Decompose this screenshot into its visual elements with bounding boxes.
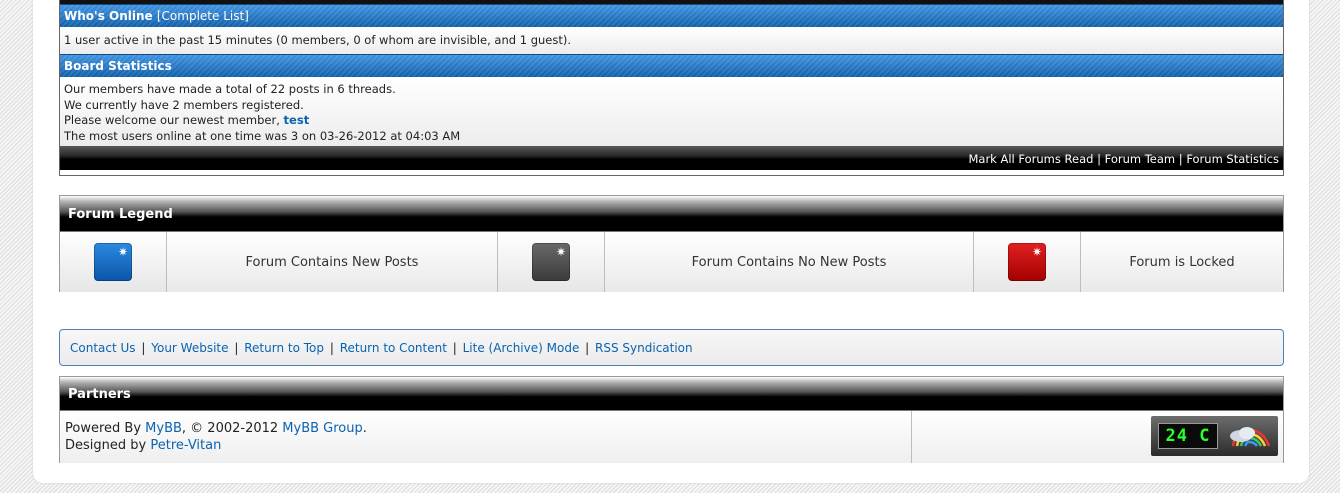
forum-legend-header: Forum Legend	[60, 196, 1283, 232]
board-stats-header: Board Statistics	[60, 54, 1283, 77]
powered-prefix: Powered By	[65, 421, 146, 436]
designed-by-line: Designed by Petre-Vitan	[65, 437, 906, 454]
legend-label-locked: Forum is Locked	[1081, 232, 1283, 292]
rss-syndication-link[interactable]: RSS Syndication	[595, 341, 693, 355]
stats-members-line: We currently have 2 members registered.	[64, 97, 304, 112]
separator: |	[585, 341, 590, 355]
legend-icon-cell: ✷	[60, 232, 167, 292]
separator: |	[329, 341, 334, 355]
temperature-display: 24 C	[1158, 423, 1218, 449]
whos-online-text: 1 user active in the past 15 minutes (0 …	[60, 27, 1283, 54]
partner-widget-cell: 24 C	[912, 411, 1283, 463]
your-website-link[interactable]: Your Website	[151, 341, 228, 355]
contact-us-link[interactable]: Contact Us	[70, 341, 136, 355]
partners-header: Partners	[60, 377, 1283, 411]
mark-all-read-link[interactable]: Mark All Forums Read	[968, 152, 1093, 166]
designer-link[interactable]: Petre-Vitan	[150, 438, 221, 453]
forum-locked-icon: ✷	[1008, 243, 1046, 281]
stats-table: Who's Online [Complete List] 1 user acti…	[59, 0, 1284, 176]
legend-label-no-new: Forum Contains No New Posts	[605, 232, 974, 292]
forum-old-icon: ✷	[532, 243, 570, 281]
separator: |	[1178, 152, 1183, 166]
credits-cell: Powered By MyBB, © 2002-2012 MyBB Group.…	[60, 411, 912, 463]
mybb-group-link[interactable]: MyBB Group	[282, 421, 362, 436]
copyright-text: , © 2002-2012	[181, 421, 283, 436]
powered-by-line: Powered By MyBB, © 2002-2012 MyBB Group.	[65, 420, 906, 437]
separator: |	[1097, 152, 1101, 166]
stats-footer-bar: Mark All Forums Read | Forum Team | Foru…	[60, 146, 1283, 170]
separator: |	[141, 341, 146, 355]
forum-legend: Forum Legend ✷ Forum Contains New Posts …	[59, 195, 1284, 292]
legend-row: ✷ Forum Contains New Posts ✷ Forum Conta…	[60, 232, 1283, 292]
forum-statistics-link[interactable]: Forum Statistics	[1186, 152, 1279, 166]
whos-online-title: Who's Online	[64, 9, 153, 23]
footer-links-bar: Contact Us | Your Website | Return to To…	[59, 329, 1284, 366]
weather-widget[interactable]: 24 C	[1151, 416, 1278, 456]
legend-icon-cell: ✷	[974, 232, 1081, 292]
forum-team-link[interactable]: Forum Team	[1105, 152, 1176, 166]
stats-record-line: The most users online at one time was 3 …	[64, 128, 461, 143]
stats-newest-line: Please welcome our newest member, test	[64, 113, 1279, 129]
stats-posts-line: Our members have made a total of 22 post…	[64, 82, 396, 96]
separator: |	[234, 341, 239, 355]
weather-icon	[1230, 427, 1271, 447]
partners-row: Powered By MyBB, © 2002-2012 MyBB Group.…	[60, 411, 1283, 463]
partners-block: Partners Powered By MyBB, © 2002-2012 My…	[59, 376, 1284, 463]
lite-mode-link[interactable]: Lite (Archive) Mode	[463, 341, 580, 355]
return-to-content-link[interactable]: Return to Content	[340, 341, 447, 355]
mybb-link[interactable]: MyBB	[145, 421, 182, 436]
separator: |	[452, 341, 457, 355]
board-stats-title: Board Statistics	[64, 59, 172, 73]
period: .	[362, 421, 367, 436]
legend-icon-cell: ✷	[498, 232, 605, 292]
whos-online-header: Who's Online [Complete List]	[60, 4, 1283, 27]
board-stats-body: Our members have made a total of 22 post…	[60, 77, 1283, 146]
newest-member-link[interactable]: test	[284, 113, 310, 127]
legend-label-new: Forum Contains New Posts	[167, 232, 498, 292]
complete-list-link[interactable]: [Complete List]	[157, 9, 249, 23]
newest-member-prefix: Please welcome our newest member,	[64, 113, 284, 127]
return-to-top-link[interactable]: Return to Top	[244, 341, 324, 355]
forum-new-icon: ✷	[94, 243, 132, 281]
designed-prefix: Designed by	[65, 438, 151, 453]
